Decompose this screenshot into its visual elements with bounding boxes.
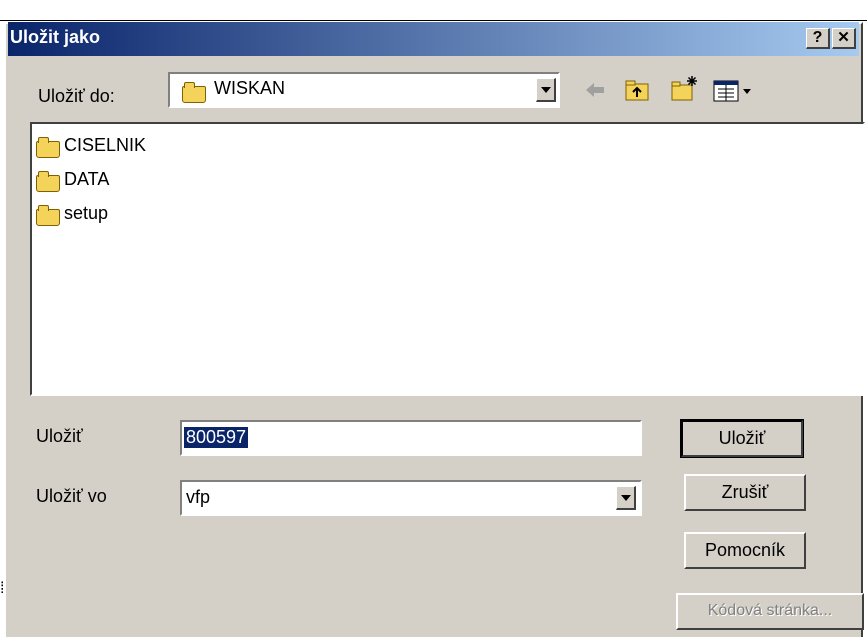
help-button[interactable]: Pomocník: [684, 532, 806, 569]
filename-input[interactable]: 800597: [180, 420, 642, 456]
window-title: Uložit jako: [10, 27, 101, 47]
filetype-value: vfp: [186, 487, 211, 507]
filename-value: 800597: [184, 427, 249, 448]
close-title-button[interactable]: ✕: [832, 28, 856, 49]
up-folder-icon[interactable]: [624, 77, 650, 103]
new-folder-icon[interactable]: [670, 74, 697, 101]
folder-icon: [182, 82, 206, 103]
list-item-ciselnik[interactable]: CISELNIK: [34, 134, 234, 158]
help-title-button[interactable]: ?: [806, 28, 830, 49]
location-dropdown-button[interactable]: [536, 78, 556, 102]
view-menu-icon[interactable]: [712, 77, 766, 103]
folder-icon: [36, 171, 60, 192]
back-arrow-icon[interactable]: [582, 77, 608, 103]
folder-icon: [36, 137, 60, 158]
list-item-setup[interactable]: setup: [34, 202, 234, 226]
folder-icon: [36, 205, 60, 226]
location-label: Uložiť do:: [38, 86, 115, 106]
file-name: DATA: [64, 169, 110, 189]
file-list[interactable]: CISELNIK DATA setup: [30, 122, 865, 396]
file-name: CISELNIK: [64, 135, 147, 155]
top-clipped-text: ‥ ‥ ‥‥ ‥ ‥: [475, 0, 687, 10]
filename-label: Uložiť: [36, 426, 83, 446]
filetype-combo[interactable]: vfp: [180, 480, 642, 516]
left-edge-mark: ⁞: [0, 580, 5, 597]
title-bar[interactable]: Uložit jako ? ✕: [8, 22, 859, 56]
location-value: WISKAN: [214, 78, 286, 98]
save-button[interactable]: Uložiť: [680, 419, 804, 458]
codepage-button: Kódová stránka...: [676, 593, 864, 630]
cancel-button[interactable]: Zrušiť: [684, 474, 806, 511]
top-border-line: [0, 20, 867, 21]
file-name: setup: [64, 203, 109, 223]
location-combo[interactable]: WISKAN: [168, 72, 560, 108]
filetype-dropdown-button[interactable]: [616, 486, 636, 510]
list-item-data[interactable]: DATA: [34, 168, 234, 192]
filetype-label: Uložiť vo: [36, 486, 107, 506]
